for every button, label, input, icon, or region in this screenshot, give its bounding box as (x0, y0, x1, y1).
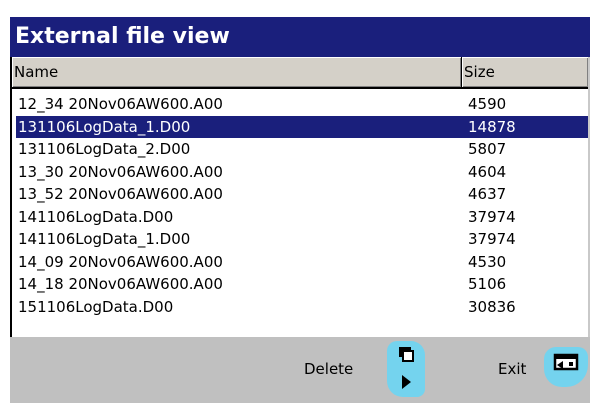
file-name: 14_18 20Nov06AW600.A00 (18, 275, 223, 293)
file-list[interactable]: Name Size 12_34 20Nov06AW600.A00 4590 131… (10, 57, 590, 337)
file-size: 37974 (468, 230, 516, 248)
file-name: 141106LogData.D00 (18, 207, 174, 226)
file-size: 5106 (468, 275, 507, 293)
softkey-bar: Delete Exit (10, 337, 590, 403)
exit-button-label[interactable]: Exit (498, 359, 526, 379)
list-item[interactable]: 14_18 20Nov06AW600.A00 5106 (16, 273, 588, 296)
file-size: 4637 (468, 185, 507, 203)
column-header-name[interactable]: Name (12, 57, 462, 87)
list-item[interactable]: 141106LogData.D00 37974 (16, 206, 588, 229)
file-name: 12_34 20Nov06AW600.A00 (18, 95, 223, 113)
file-size: 14878 (468, 117, 516, 136)
window-title: External file view (10, 17, 590, 57)
file-rows: 12_34 20Nov06AW600.A00 4590 131106LogData… (16, 93, 588, 318)
list-item[interactable]: 13_52 20Nov06AW600.A00 4637 (16, 183, 588, 206)
list-item[interactable]: 131106LogData_1.D00 14878 (16, 115, 588, 138)
file-size: 4530 (468, 252, 507, 271)
file-size: 4604 (468, 162, 507, 181)
file-name: 151106LogData.D00 (18, 297, 174, 316)
file-name: 13_30 20Nov06AW600.A00 (18, 162, 223, 181)
file-size: 5807 (468, 140, 507, 158)
column-header-size[interactable]: Size (462, 57, 588, 87)
file-name: 131106LogData_1.D00 (18, 117, 191, 136)
exit-key-icon[interactable] (544, 347, 588, 387)
delete-button-label[interactable]: Delete (304, 359, 353, 379)
list-item[interactable]: 151106LogData.D00 30836 (16, 296, 588, 319)
list-item[interactable]: 131106LogData_2.D00 5807 (16, 138, 588, 161)
list-item[interactable]: 14_09 20Nov06AW600.A00 4530 (16, 251, 588, 274)
list-item[interactable]: 141106LogData_1.D00 37974 (16, 228, 588, 251)
column-header: Name Size (12, 57, 588, 89)
file-name: 131106LogData_2.D00 (18, 140, 191, 158)
file-size: 30836 (468, 297, 516, 316)
file-size: 4590 (468, 95, 507, 113)
file-name: 141106LogData_1.D00 (18, 230, 191, 248)
file-name: 13_52 20Nov06AW600.A00 (18, 185, 223, 203)
file-name: 14_09 20Nov06AW600.A00 (18, 252, 223, 271)
list-item[interactable]: 12_34 20Nov06AW600.A00 4590 (16, 93, 588, 116)
delete-key-icon[interactable] (387, 341, 425, 397)
file-size: 37974 (468, 207, 516, 226)
list-item[interactable]: 13_30 20Nov06AW600.A00 4604 (16, 161, 588, 184)
